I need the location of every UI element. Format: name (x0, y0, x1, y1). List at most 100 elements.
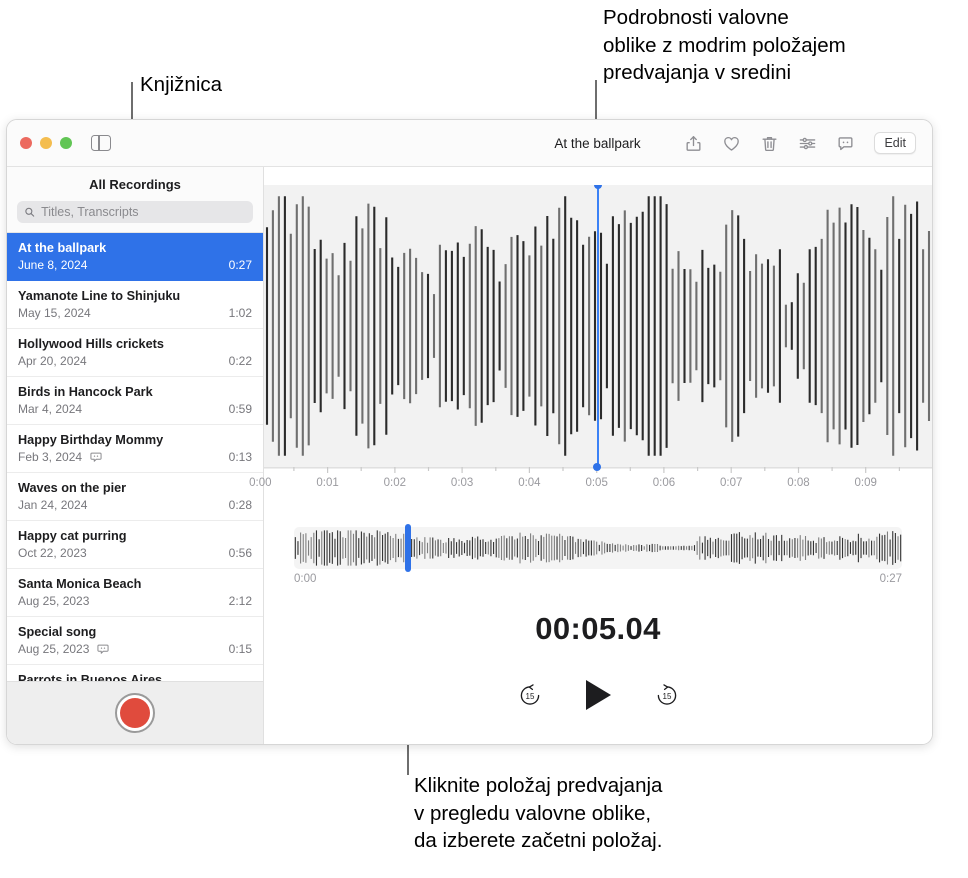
callout-text-overview: Kliknite položaj predvajanja v pregledu … (414, 774, 663, 852)
recording-date: Apr 20, 2024 (18, 354, 87, 368)
recording-duration: 0:56 (228, 546, 252, 560)
ruler-tick-label: 0:05 (585, 477, 608, 489)
skip-forward-15-icon[interactable]: 15 (655, 683, 679, 707)
recording-title: Happy Birthday Mommy (18, 433, 164, 447)
recording-date: Oct 22, 2023 (18, 546, 87, 560)
svg-text:15: 15 (525, 692, 534, 701)
ruler-tick-label: 0:01 (316, 477, 339, 489)
overview-playhead[interactable] (404, 524, 411, 572)
recording-title: Hollywood Hills crickets (18, 337, 164, 351)
list-item[interactable]: Special song Aug 25, 2023 0:15 (7, 617, 263, 665)
recording-detail-pane: 0:01 0:02 0:03 0:04 0:05 0:06 0:07 0:08 0:09 0:00… (249, 167, 932, 744)
ruler-tick-label: 0:07 (719, 477, 743, 489)
zoom-button[interactable] (60, 137, 72, 149)
list-item[interactable]: At the ballpark June 8, 2024 0:27 (7, 233, 263, 281)
ruler-tick-label: 0:02 (383, 477, 407, 489)
waveform-overview[interactable] (294, 524, 902, 572)
edit-button[interactable]: Edit (874, 132, 916, 154)
window-titlebar: At the ballpark Edit (7, 120, 932, 167)
play-button[interactable] (585, 680, 611, 710)
ruler-tick-label: 0:04 (518, 477, 541, 489)
minimize-button[interactable] (40, 137, 52, 149)
skip-back-15-icon[interactable]: 15 (518, 683, 542, 707)
svg-text:15: 15 (662, 692, 671, 701)
recording-date: Jan 24, 2024 (18, 498, 88, 512)
recording-duration: 2:12 (228, 594, 252, 608)
recording-meta: Mar 4, 2024 0:59 (18, 402, 252, 417)
recording-title: Happy cat purring (18, 529, 127, 543)
recording-duration: 0:22 (228, 354, 252, 368)
recording-meta: May 15, 2024 1:02 (18, 306, 252, 321)
recording-date: June 8, 2024 (18, 258, 88, 272)
sidebar-title: All Recordings (89, 177, 181, 192)
recording-meta: Aug 25, 2023 0:15 (18, 642, 252, 657)
recording-duration: 0:28 (228, 498, 252, 512)
ruler-tick-label: 0:06 (652, 477, 676, 489)
ruler-tick-label-zero: 0:00 (249, 477, 272, 489)
toolbar-actions: Edit (684, 132, 932, 154)
list-item[interactable]: Happy Birthday Mommy Feb 3, 2024 0:13 (7, 425, 263, 473)
recordings-list[interactable]: At the ballpark June 8, 2024 0:27 Yamanote … (7, 233, 263, 681)
waveform-detail[interactable] (264, 185, 932, 467)
recording-meta: Feb 3, 2024 0:13 (18, 450, 252, 465)
recording-title: Parrots in Buenos Aires (18, 673, 163, 681)
search-input[interactable] (41, 205, 246, 219)
ruler-tick-label: 0:03 (450, 477, 474, 489)
overview-start-time: 0:00 (294, 573, 317, 585)
search-icon (24, 206, 35, 218)
timeline-ruler: 0:01 0:02 0:03 0:04 0:05 0:06 0:07 0:08 0:09 0:00 (249, 463, 932, 499)
sidebar-toggle-icon[interactable] (91, 135, 111, 151)
recording-meta: Aug 25, 2023 2:12 (18, 594, 252, 609)
list-item[interactable]: Hollywood Hills crickets Apr 20, 2024 0:22 (7, 329, 263, 377)
library-sidebar: All Recordings At the ballpark June 8, 20… (7, 167, 264, 744)
overview-end-time: 0:27 (879, 573, 902, 585)
heart-icon[interactable] (722, 134, 741, 153)
recording-duration: 0:59 (228, 402, 252, 416)
record-button[interactable] (115, 693, 155, 733)
recording-title: At the ballpark (18, 241, 107, 255)
recording-duration: 0:15 (228, 642, 252, 656)
recording-date: Aug 25, 2023 (18, 642, 90, 656)
list-item[interactable]: Waves on the pier Jan 24, 2024 0:28 (7, 473, 263, 521)
list-item[interactable]: Birds in Hancock Park Mar 4, 2024 0:59 (7, 377, 263, 425)
recording-meta: June 8, 2024 0:27 (18, 258, 252, 273)
window-body: All Recordings At the ballpark June 8, 20… (7, 167, 932, 744)
playhead[interactable] (593, 185, 602, 467)
list-item[interactable]: Yamanote Line to Shinjuku May 15, 2024 1:0… (7, 281, 263, 329)
close-button[interactable] (20, 137, 32, 149)
traffic-lights (7, 137, 72, 149)
sidebar-footer (7, 681, 263, 744)
current-time-display: 00:05.04 (535, 611, 661, 646)
recording-title: Santa Monica Beach (18, 577, 142, 591)
recording-meta: Oct 22, 2023 0:56 (18, 546, 252, 561)
ruler-tick-label: 0:08 (787, 477, 810, 489)
waveform-overview-container: 0:00 0:27 (264, 499, 932, 585)
transcript-bubble-icon[interactable] (836, 134, 855, 153)
transcript-badge-icon (96, 644, 110, 655)
recording-duration: 1:02 (228, 306, 252, 320)
recording-date: Aug 25, 2023 (18, 594, 90, 608)
recording-duration: 0:27 (228, 258, 252, 272)
recording-title: Yamanote Line to Shinjuku (18, 289, 181, 303)
sliders-icon[interactable] (798, 134, 817, 153)
list-item[interactable]: Santa Monica Beach Aug 25, 2023 2:12 (7, 569, 263, 617)
recording-date: Feb 3, 2024 (18, 450, 83, 464)
list-item[interactable]: Happy cat purring Oct 22, 2023 0:56 (7, 521, 263, 569)
recording-title: Waves on the pier (18, 481, 127, 495)
share-icon[interactable] (684, 134, 703, 153)
search-field[interactable] (17, 201, 253, 223)
trash-icon[interactable] (760, 134, 779, 153)
callout-text-library: Knjižnica (140, 73, 223, 96)
waveform-overview-bars (294, 530, 902, 566)
recording-meta: Jan 24, 2024 0:28 (18, 498, 252, 513)
recording-date: May 15, 2024 (18, 306, 91, 320)
list-item[interactable]: Parrots in Buenos Aires (7, 665, 263, 681)
record-dot-icon (120, 698, 150, 728)
recording-duration: 0:13 (228, 450, 252, 464)
sidebar-header: All Recordings (7, 167, 263, 233)
voice-memos-window: At the ballpark Edit All Recordings Titl… (6, 119, 933, 745)
recording-date: Mar 4, 2024 (18, 402, 83, 416)
callout-text-waveform-detail: Podrobnosti valovne oblike z modrim polo… (603, 6, 846, 84)
playhead-handle-bottom[interactable] (592, 463, 601, 471)
transport-controls: 15 15 (264, 680, 932, 710)
